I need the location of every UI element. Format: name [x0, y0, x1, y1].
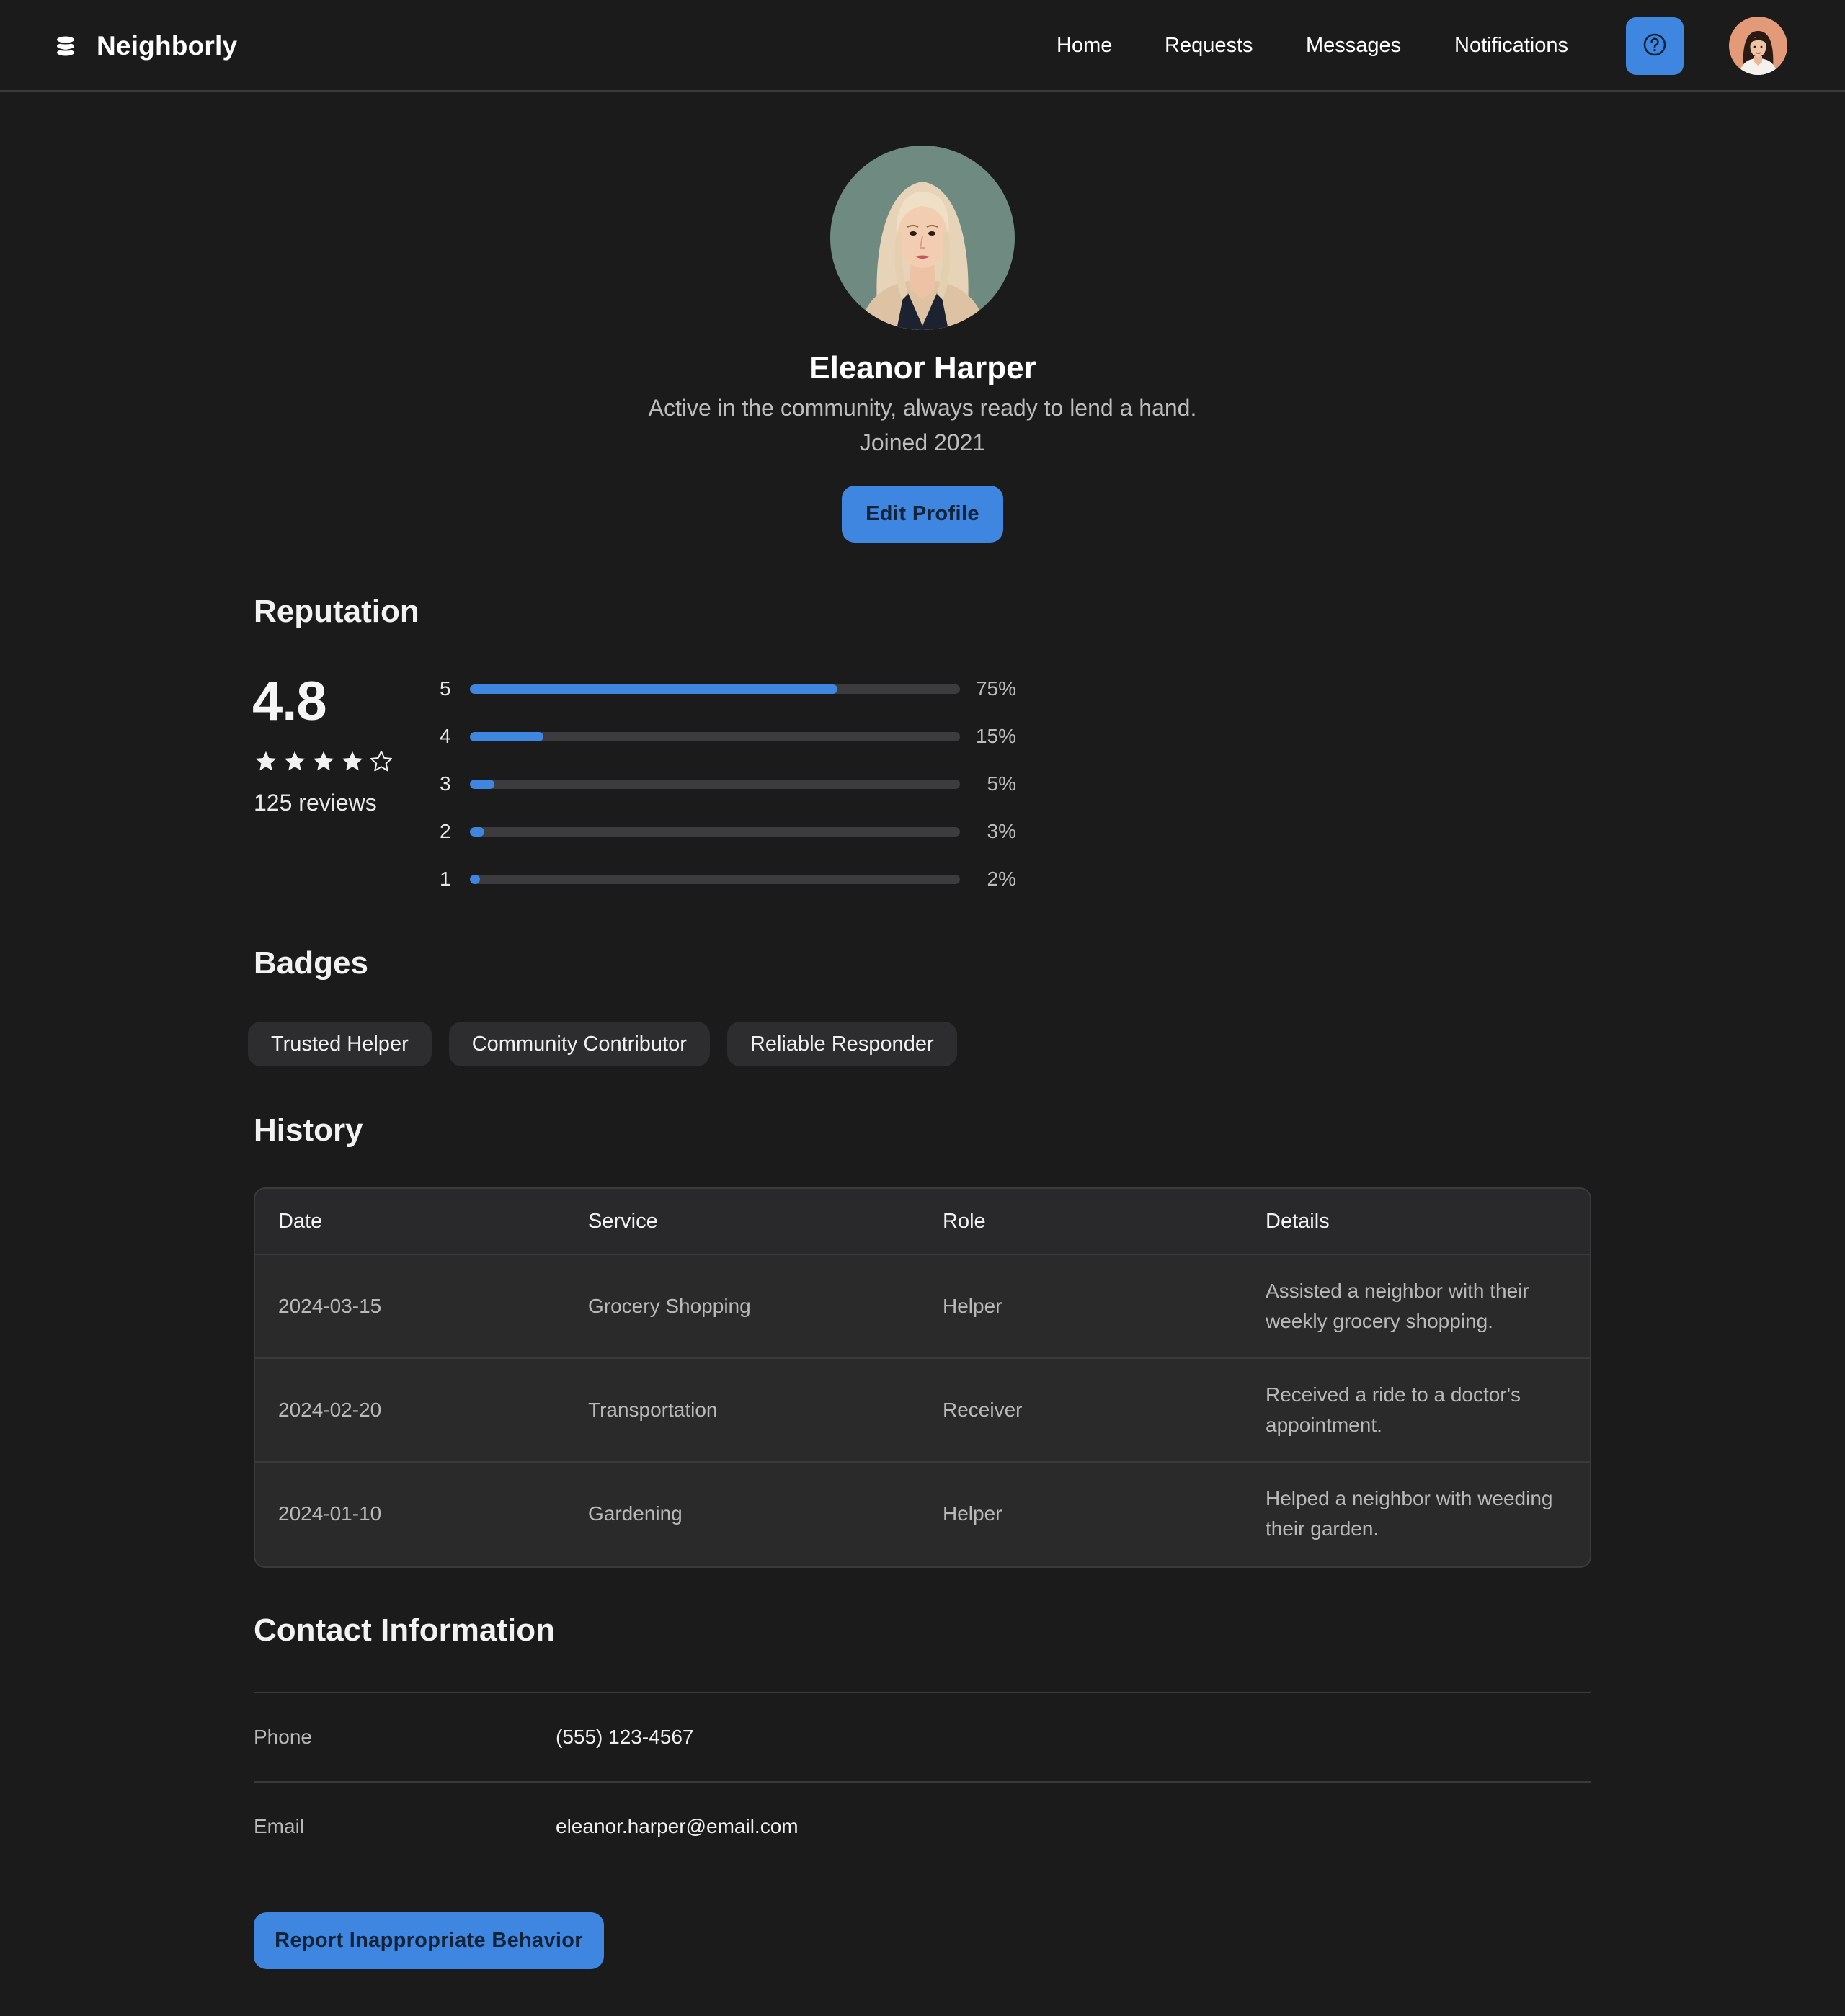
email-value[interactable]: eleanor.harper@email.com [556, 1815, 799, 1838]
rating-row-4: 4 15% [432, 722, 1023, 751]
badges-heading: Badges [254, 945, 368, 981]
column-header-details: Details [1266, 1210, 1330, 1233]
history-table: Date Service Role Details 2024-03-15 Gro… [254, 1187, 1591, 1568]
rating-row-1: 1 2% [432, 865, 1023, 893]
rating-bar-fill [470, 732, 543, 741]
cell-date: 2024-01-10 [278, 1502, 382, 1525]
nav-home-link[interactable]: Home [1057, 0, 1112, 92]
divider [254, 1692, 1591, 1693]
rating-row-percent: 15% [975, 725, 1016, 747]
profile-name: Eleanor Harper [809, 350, 1036, 385]
help-button[interactable] [1626, 17, 1684, 75]
divider [254, 1781, 1591, 1783]
rating-row-5: 5 75% [432, 674, 1023, 703]
rating-bar-fill [470, 780, 494, 789]
table-row: 2024-02-20 Transportation Receiver Recei… [255, 1359, 1590, 1463]
cell-service: Gardening [588, 1502, 683, 1525]
star-rating [254, 749, 394, 772]
cell-role: Helper [943, 1502, 1002, 1525]
rating-row-percent: 2% [987, 867, 1016, 890]
column-header-date: Date [278, 1210, 323, 1233]
rating-bar-track [470, 827, 960, 837]
star-filled-icon [254, 749, 278, 772]
cell-date: 2024-02-20 [278, 1399, 382, 1421]
cell-details: Helped a neighbor with weeding their gar… [1266, 1487, 1553, 1540]
cell-service: Transportation [588, 1399, 718, 1421]
rating-row-star: 2 [440, 820, 451, 842]
cell-service: Grocery Shopping [588, 1295, 751, 1317]
profile-avatar [830, 146, 1015, 330]
rating-bar-track [470, 684, 960, 694]
history-heading: History [254, 1112, 363, 1148]
rating-row-star: 3 [440, 772, 451, 795]
rating-bar-track [470, 875, 960, 884]
rating-row-2: 2 3% [432, 817, 1023, 846]
question-circle-icon [1642, 32, 1667, 61]
badge-reliable-responder: Reliable Responder [726, 1022, 957, 1066]
table-row: 2024-03-15 Grocery Shopping Helper Assis… [255, 1255, 1590, 1359]
cell-role: Helper [943, 1295, 1002, 1317]
nav-notifications-link[interactable]: Notifications [1454, 0, 1568, 92]
rating-row-percent: 75% [975, 677, 1016, 700]
phone-value[interactable]: (555) 123-4567 [556, 1726, 693, 1749]
table-row: 2024-01-10 Gardening Helper Helped a nei… [255, 1463, 1590, 1566]
rating-bar-fill [470, 827, 485, 837]
report-behavior-button[interactable]: Report Inappropriate Behavior [254, 1912, 604, 1969]
rating-bar-fill [470, 684, 837, 694]
profile-joined-date: Joined 2021 [859, 429, 986, 455]
badge-trusted-helper: Trusted Helper [248, 1022, 432, 1066]
profile-tagline: Active in the community, always ready to… [648, 395, 1197, 421]
rating-bar-track [470, 780, 960, 789]
cell-details: Received a ride to a doctor's appointmen… [1266, 1383, 1521, 1436]
rating-value: 4.8 [252, 671, 327, 732]
table-header: Date Service Role Details [255, 1189, 1590, 1255]
nav-requests-link[interactable]: Requests [1165, 0, 1253, 92]
column-header-role: Role [943, 1210, 986, 1233]
email-label: Email [254, 1815, 305, 1837]
phone-label: Phone [254, 1726, 312, 1748]
cell-date: 2024-03-15 [278, 1295, 382, 1317]
star-outline-icon [369, 749, 394, 772]
edit-profile-button[interactable]: Edit Profile [842, 486, 1003, 543]
star-filled-icon [283, 749, 307, 772]
star-filled-icon [311, 749, 336, 772]
top-navigation-bar: Neighborly Home Requests Messages Notifi… [0, 0, 1845, 92]
contact-heading: Contact Information [254, 1613, 555, 1648]
rating-bar-fill [470, 875, 480, 884]
rating-row-percent: 3% [987, 820, 1016, 842]
column-header-service: Service [588, 1210, 658, 1233]
star-filled-icon [340, 749, 365, 772]
reviews-count: 125 reviews [254, 790, 377, 816]
nav-messages-link[interactable]: Messages [1306, 0, 1401, 92]
rating-bar-track [470, 732, 960, 741]
rating-row-star: 4 [440, 725, 451, 747]
reputation-heading: Reputation [254, 594, 419, 629]
rating-row-percent: 5% [987, 772, 1016, 795]
user-avatar[interactable] [1729, 17, 1787, 75]
rating-row-star: 5 [440, 677, 451, 700]
cell-role: Receiver [943, 1399, 1023, 1421]
rating-row-star: 1 [440, 867, 451, 890]
cell-details: Assisted a neighbor with their weekly gr… [1266, 1280, 1529, 1332]
badge-community-contributor: Community Contributor [448, 1022, 710, 1066]
rating-row-3: 3 5% [432, 770, 1023, 798]
badge-list: Trusted Helper Community Contributor Rel… [248, 1022, 957, 1066]
main-nav: Home Requests Messages Notifications [0, 0, 1845, 92]
